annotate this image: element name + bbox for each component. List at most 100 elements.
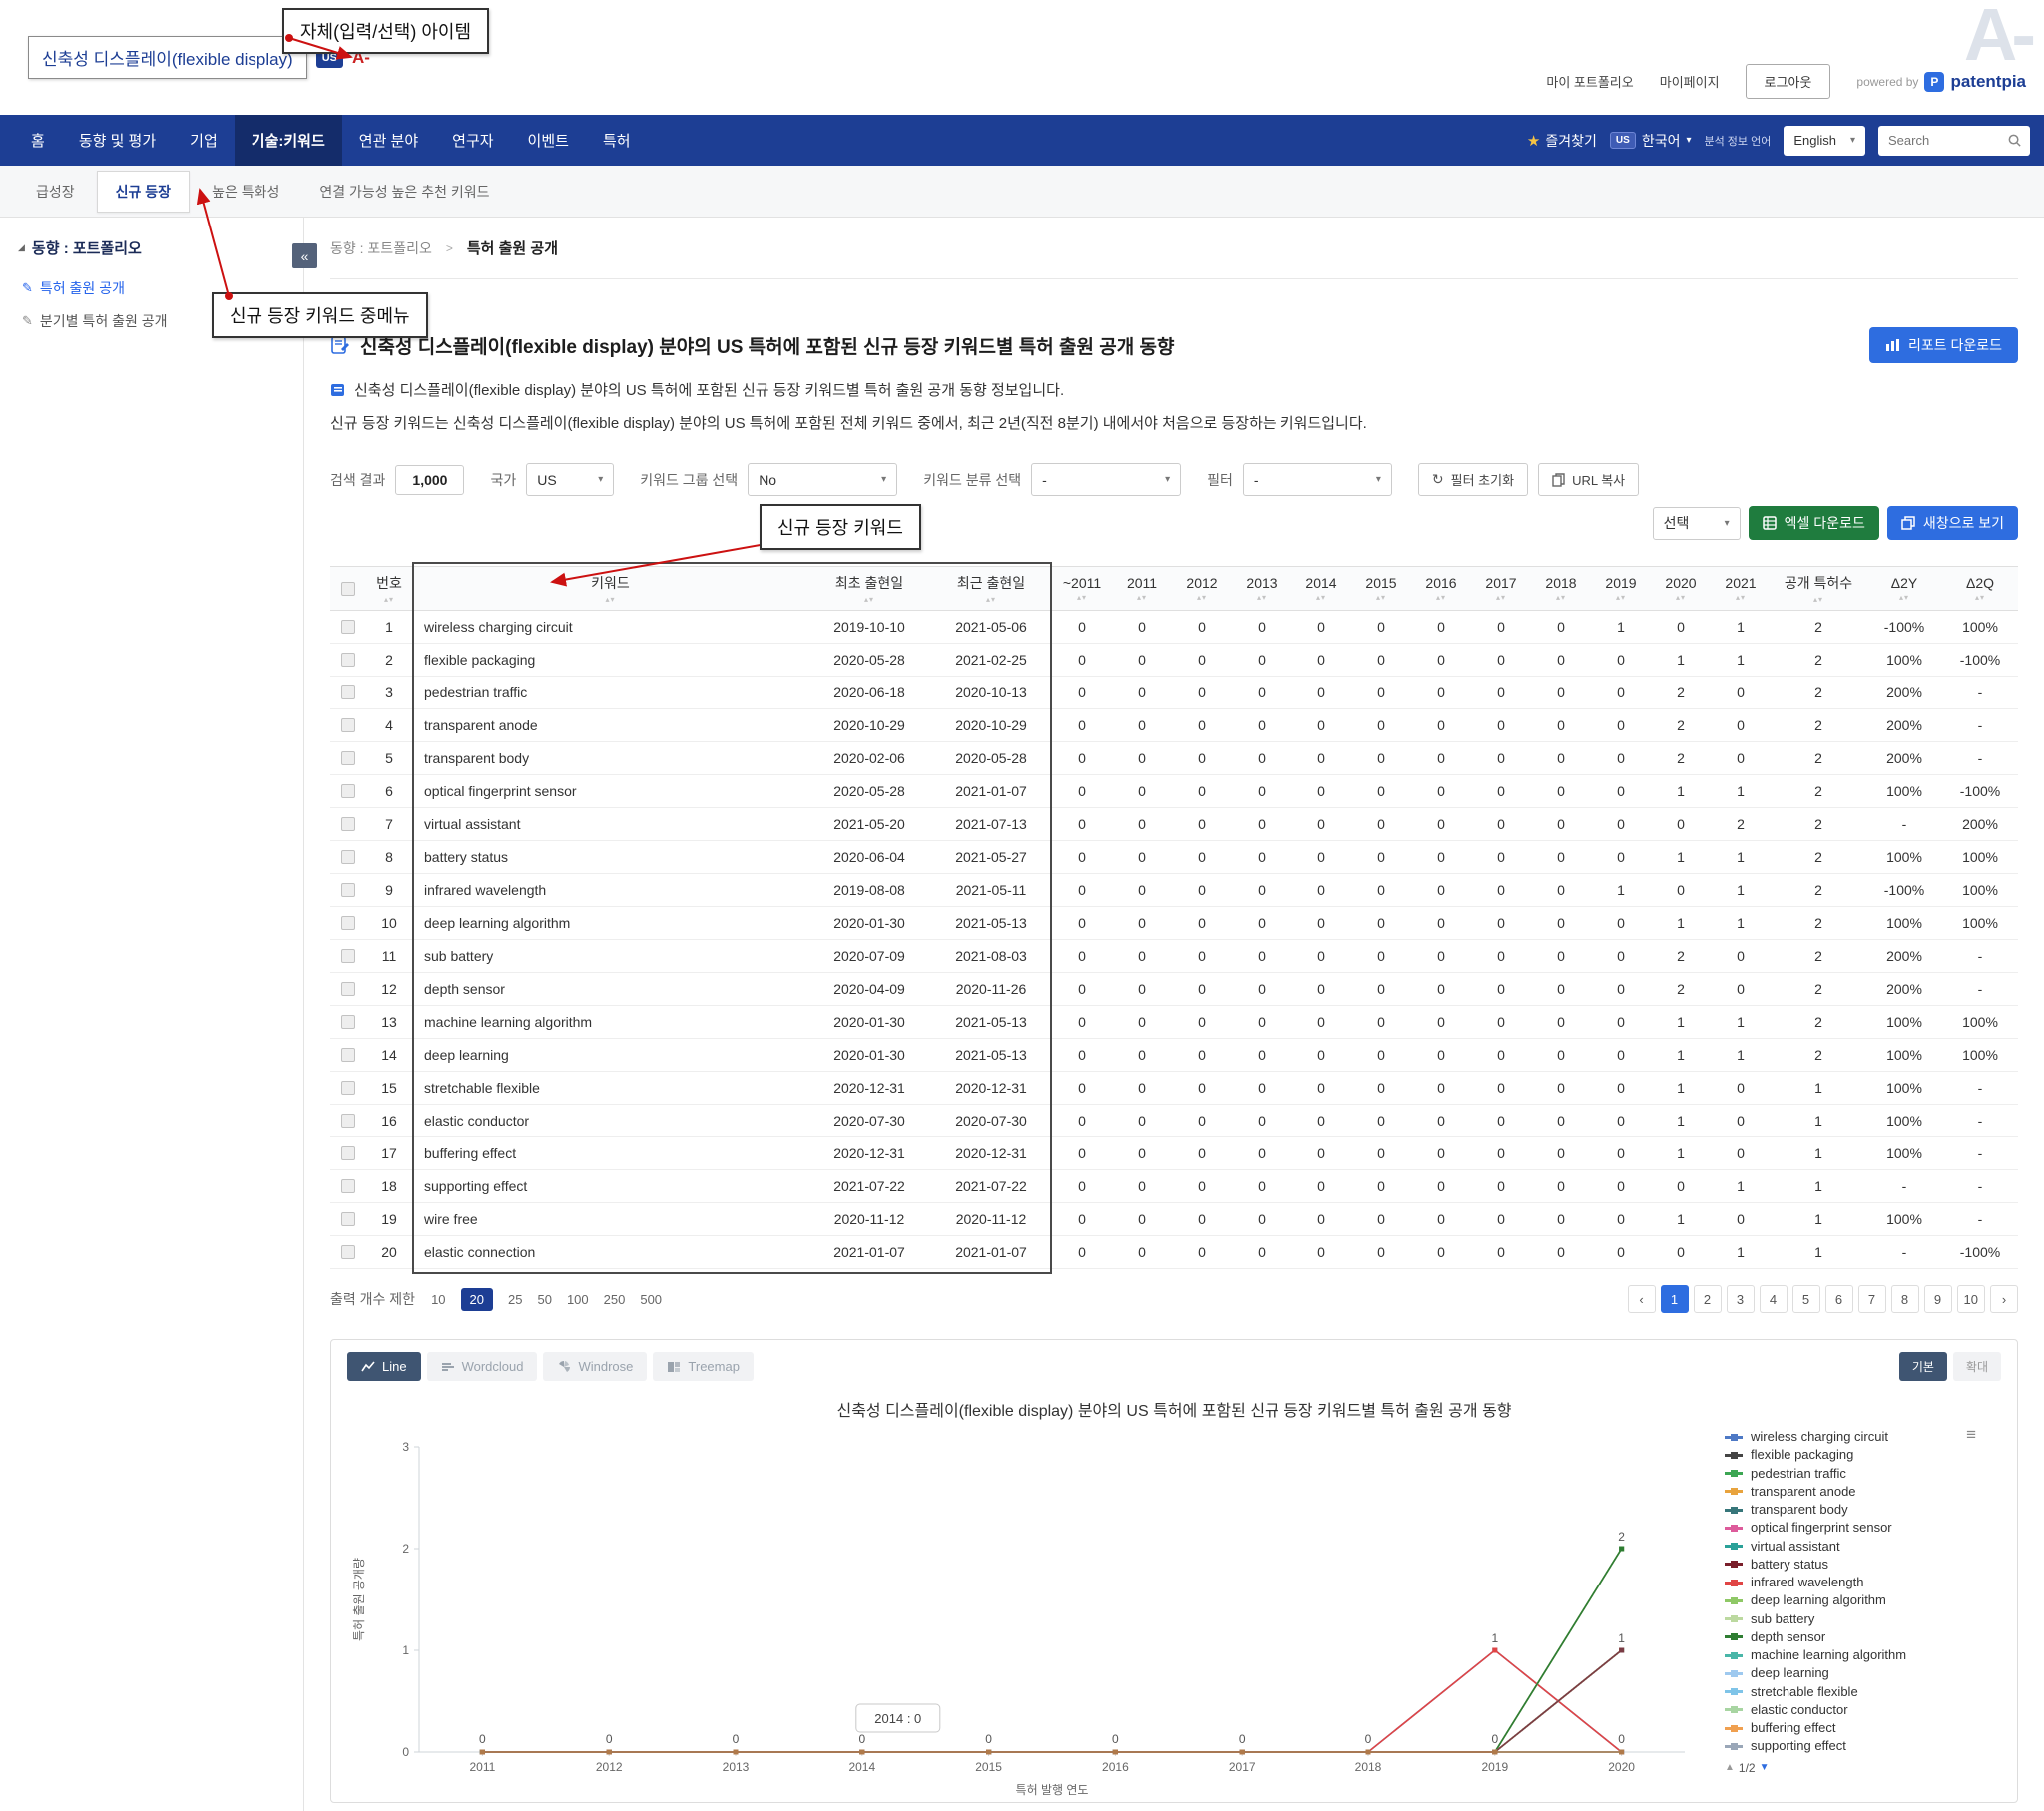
keyword-class-select[interactable]: -▾ [1031,463,1181,496]
basic-button[interactable]: 기본 [1899,1352,1947,1381]
subnav-item-2[interactable]: 높은 특화성 [194,172,297,212]
col-header-18[interactable]: Δ2Q▴▾ [1942,567,2018,611]
legend-item-10[interactable]: sub battery [1725,1611,1980,1627]
row-checkbox[interactable] [341,883,355,897]
my-portfolio-link[interactable]: 마이 포트폴리오 [1546,72,1633,91]
analysis-language-select[interactable]: English ▾ [1784,126,1865,156]
sidebar-title[interactable]: ◢ 동향 : 포트폴리오 [18,237,285,258]
nav-item-7[interactable]: 특허 [586,115,648,166]
page-next[interactable]: › [1990,1285,2018,1313]
legend-item-11[interactable]: depth sensor [1725,1629,1980,1645]
nav-item-3[interactable]: 기술:키워드 [235,115,342,166]
col-header-7[interactable]: 2013▴▾ [1232,567,1291,611]
legend-item-6[interactable]: virtual assistant [1725,1539,1980,1555]
site-language-select[interactable]: US 한국어 ▾ [1610,131,1692,151]
keyword-group-select[interactable]: No▾ [748,463,897,496]
subnav-item-3[interactable]: 연결 가능성 높은 추천 키워드 [301,172,507,212]
col-header-2[interactable]: 최초 출현일▴▾ [808,567,930,611]
row-checkbox[interactable] [341,1114,355,1128]
subnav-item-1[interactable]: 신규 등장 [97,171,190,213]
legend-item-14[interactable]: stretchable flexible [1725,1684,1980,1700]
page-10[interactable]: 10 [1957,1285,1985,1313]
nav-item-1[interactable]: 동향 및 평가 [62,115,173,166]
breadcrumb-parent[interactable]: 동향 : 포트폴리오 [330,238,432,258]
page-8[interactable]: 8 [1891,1285,1919,1313]
limit-option-20[interactable]: 20 [461,1288,493,1311]
legend-item-3[interactable]: transparent anode [1725,1484,1980,1500]
select-all-header[interactable] [330,567,366,611]
logout-button[interactable]: 로그아웃 [1746,64,1831,99]
page-6[interactable]: 6 [1825,1285,1853,1313]
col-header-8[interactable]: 2014▴▾ [1291,567,1351,611]
limit-option-500[interactable]: 500 [640,1292,662,1307]
legend-menu-icon[interactable]: ≡ [1966,1425,1976,1445]
page-prev[interactable]: ‹ [1628,1285,1656,1313]
chart-tab-wordcloud[interactable]: Wordcloud [427,1352,538,1381]
col-header-6[interactable]: 2012▴▾ [1172,567,1232,611]
row-checkbox[interactable] [341,1179,355,1193]
select-all-checkbox[interactable] [341,582,355,596]
legend-item-1[interactable]: flexible packaging [1725,1447,1980,1463]
legend-down-icon[interactable]: ▼ [1760,1762,1770,1773]
col-header-0[interactable]: 번호▴▾ [366,567,412,611]
limit-option-25[interactable]: 25 [508,1292,522,1307]
my-page-link[interactable]: 마이페이지 [1660,72,1720,91]
col-header-12[interactable]: 2018▴▾ [1531,567,1591,611]
row-checkbox[interactable] [341,817,355,831]
col-header-10[interactable]: 2016▴▾ [1411,567,1471,611]
row-checkbox[interactable] [341,620,355,634]
legend-item-13[interactable]: deep learning [1725,1665,1980,1681]
limit-option-100[interactable]: 100 [567,1292,589,1307]
limit-option-250[interactable]: 250 [604,1292,626,1307]
legend-item-2[interactable]: pedestrian traffic [1725,1466,1980,1482]
col-header-9[interactable]: 2015▴▾ [1351,567,1411,611]
col-header-15[interactable]: 2021▴▾ [1711,567,1771,611]
legend-item-17[interactable]: supporting effect [1725,1738,1980,1754]
legend-item-15[interactable]: elastic conductor [1725,1702,1980,1718]
limit-option-50[interactable]: 50 [537,1292,551,1307]
page-1[interactable]: 1 [1661,1285,1689,1313]
page-2[interactable]: 2 [1694,1285,1722,1313]
row-checkbox[interactable] [341,1245,355,1259]
row-checkbox[interactable] [341,653,355,667]
page-4[interactable]: 4 [1760,1285,1788,1313]
favorites-button[interactable]: ★ 즐겨찾기 [1527,131,1597,151]
col-header-3[interactable]: 최근 출현일▴▾ [930,567,1052,611]
legend-up-icon[interactable]: ▲ [1725,1762,1735,1773]
row-checkbox[interactable] [341,718,355,732]
report-download-button[interactable]: 리포트 다운로드 [1869,327,2018,363]
chart-tab-line[interactable]: Line [347,1352,421,1381]
row-checkbox[interactable] [341,685,355,699]
row-checkbox[interactable] [341,784,355,798]
col-header-14[interactable]: 2020▴▾ [1651,567,1711,611]
col-header-5[interactable]: 2011▴▾ [1112,567,1172,611]
row-checkbox[interactable] [341,850,355,864]
row-checkbox[interactable] [341,982,355,996]
row-checkbox[interactable] [341,1212,355,1226]
col-header-17[interactable]: Δ2Y▴▾ [1866,567,1942,611]
search-icon[interactable] [2007,133,2022,148]
legend-item-0[interactable]: wireless charging circuit [1725,1429,1980,1445]
legend-item-4[interactable]: transparent body [1725,1502,1980,1518]
row-checkbox[interactable] [341,916,355,930]
nav-item-2[interactable]: 기업 [173,115,235,166]
nav-item-5[interactable]: 연구자 [435,115,510,166]
filter-select[interactable]: -▾ [1243,463,1392,496]
page-9[interactable]: 9 [1924,1285,1952,1313]
legend-item-9[interactable]: deep learning algorithm [1725,1592,1980,1608]
nav-item-6[interactable]: 이벤트 [511,115,586,166]
expand-button[interactable]: 확대 [1953,1352,2001,1381]
select-dropdown[interactable]: 선택▾ [1653,507,1741,540]
search-input[interactable] [1888,133,2007,148]
page-7[interactable]: 7 [1858,1285,1886,1313]
nav-item-4[interactable]: 연관 분야 [342,115,435,166]
row-checkbox[interactable] [341,751,355,765]
open-new-window-button[interactable]: 새창으로 보기 [1887,506,2018,540]
url-copy-button[interactable]: URL 복사 [1538,463,1639,496]
row-checkbox[interactable] [341,1048,355,1062]
col-header-11[interactable]: 2017▴▾ [1471,567,1531,611]
col-header-4[interactable]: ~2011▴▾ [1052,567,1112,611]
country-select[interactable]: US▾ [526,463,614,496]
nav-item-0[interactable]: 홈 [14,115,62,166]
row-checkbox[interactable] [341,1015,355,1029]
